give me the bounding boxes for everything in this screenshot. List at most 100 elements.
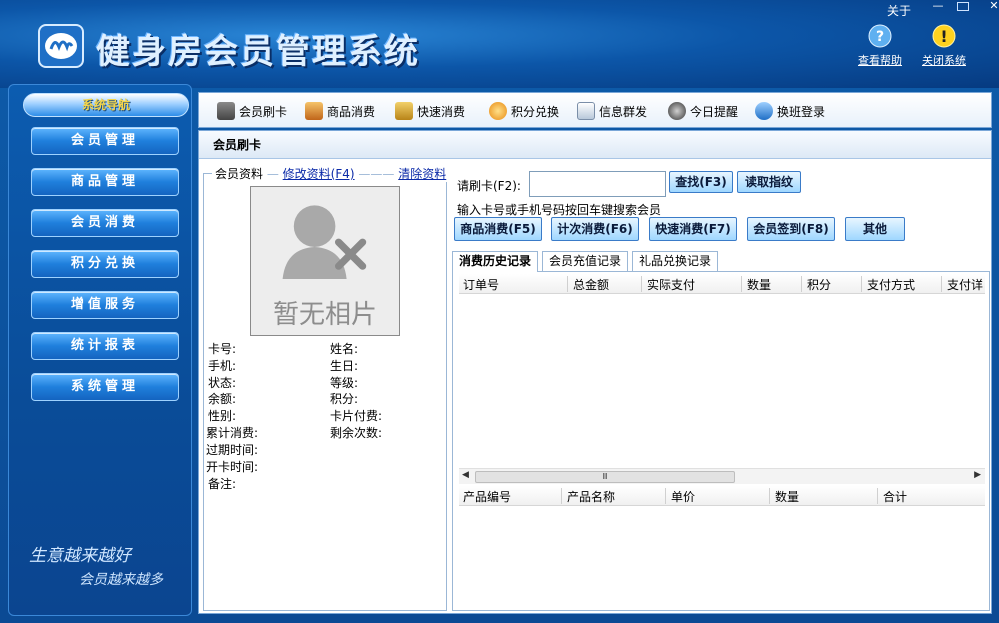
toolbar-shift-login[interactable]: 换班登录	[755, 101, 825, 121]
col-unit-price[interactable]: 单价	[671, 488, 695, 505]
search-button[interactable]: 查找(F3)	[669, 171, 733, 193]
field-phone: 手机:	[208, 359, 237, 373]
toolbar-label: 今日提醒	[690, 104, 739, 119]
main-panel: 会员刷卡 会员资料 — 修改资料(F4) ——— 清除资料 暂无相片 卡号: 手…	[198, 130, 992, 614]
count-consume-button[interactable]: 计次消费(F6)	[551, 217, 639, 241]
app-logo	[38, 24, 84, 68]
shift-icon	[755, 102, 773, 120]
sidebar-item-points-exchange[interactable]: 积分兑换	[31, 250, 179, 278]
read-fingerprint-button[interactable]: 读取指纹	[737, 171, 801, 193]
quick-consume-button[interactable]: 快速消费(F7)	[649, 217, 737, 241]
svg-text:?: ?	[876, 29, 884, 45]
history-scrollbar[interactable]: ◀ Ⅲ ▶	[459, 468, 985, 484]
maximize-icon[interactable]	[957, 2, 969, 11]
col-quantity[interactable]: 数量	[747, 276, 771, 293]
shopper-icon	[305, 102, 323, 120]
toolbar-product-consume[interactable]: 商品消费	[305, 101, 375, 121]
field-points: 积分:	[330, 392, 359, 406]
help-icon: ?	[868, 24, 892, 48]
toolbar-quick-consume[interactable]: 快速消费	[395, 101, 465, 121]
app-title: 健身房会员管理系统	[96, 32, 420, 72]
toolbar: 会员刷卡 商品消费 快速消费 积分兑换 信息群发 今日提醒 换班登录	[198, 92, 992, 128]
swipe-label: 请刷卡(F2):	[457, 179, 521, 193]
about-link[interactable]: 关于	[887, 2, 911, 19]
col-product-id[interactable]: 产品编号	[463, 488, 511, 505]
help-button[interactable]: ? 查看帮助	[858, 24, 902, 68]
toolbar-label: 积分兑换	[511, 104, 560, 119]
exchange-icon	[489, 102, 507, 120]
tab-gift-history[interactable]: 礼品兑换记录	[632, 251, 718, 271]
col-pay-detail[interactable]: 支付详	[947, 276, 983, 293]
card-icon	[217, 102, 235, 120]
envelope-icon	[577, 102, 595, 120]
col-total[interactable]: 总金额	[573, 276, 609, 293]
toolbar-label: 快速消费	[417, 104, 466, 119]
col-product-quantity[interactable]: 数量	[775, 488, 799, 505]
col-subtotal[interactable]: 合计	[883, 488, 907, 505]
toolbar-swipe-card[interactable]: 会员刷卡	[217, 101, 287, 121]
col-pay-method[interactable]: 支付方式	[867, 276, 915, 293]
no-photo-text: 暂无相片	[272, 300, 377, 330]
scroll-thumb[interactable]: Ⅲ	[475, 471, 735, 483]
scroll-left-icon[interactable]: ◀	[462, 470, 469, 480]
svg-text:!: !	[940, 27, 947, 46]
col-product-name[interactable]: 产品名称	[567, 488, 615, 505]
member-info-group: 会员资料 — 修改资料(F4) ——— 清除资料 暂无相片 卡号: 手机: 状态…	[203, 165, 450, 611]
col-order-no[interactable]: 订单号	[463, 276, 499, 293]
sidebar-item-value-added[interactable]: 增值服务	[31, 291, 179, 319]
minimize-icon[interactable]: —	[929, 0, 947, 14]
field-card-fee: 卡片付费:	[330, 409, 383, 423]
slogan-line-1: 生意越来越好	[29, 546, 131, 566]
toolbar-label: 信息群发	[599, 104, 648, 119]
field-card-no: 卡号:	[208, 342, 237, 356]
field-name: 姓名:	[330, 342, 359, 356]
field-remark: 备注:	[208, 477, 237, 491]
other-button[interactable]: 其他	[845, 217, 905, 241]
sidebar-item-reports[interactable]: 统计报表	[31, 332, 179, 360]
toolbar-today-reminder[interactable]: 今日提醒	[668, 101, 738, 121]
field-expire-time: 过期时间:	[206, 443, 259, 457]
exit-label: 关闭系统	[922, 54, 966, 67]
tab-consume-history[interactable]: 消费历史记录	[452, 251, 538, 272]
search-hint: 输入卡号或手机号码按回车键搜索会员	[457, 203, 662, 217]
sidebar-title: 系统导航	[23, 93, 189, 117]
tab-panel: 订单号 总金额 实际支付 数量 积分 支付方式 支付详 ◀ Ⅲ ▶ 产品编号 产…	[452, 271, 990, 611]
page-title: 会员刷卡	[199, 131, 991, 159]
toolbar-mass-message[interactable]: 信息群发	[577, 101, 647, 121]
card-search-input[interactable]	[529, 171, 666, 197]
sidebar-item-member-management[interactable]: 会员管理	[31, 127, 179, 155]
toolbar-label: 换班登录	[777, 104, 826, 119]
scroll-right-icon[interactable]: ▶	[974, 470, 981, 480]
basket-icon	[395, 102, 413, 120]
logo-icon	[45, 33, 77, 59]
member-info-title: 会员资料	[215, 167, 264, 181]
tab-recharge-history[interactable]: 会员充值记录	[542, 251, 628, 271]
col-points[interactable]: 积分	[807, 276, 831, 293]
toolbar-points-exchange[interactable]: 积分兑换	[489, 101, 559, 121]
col-paid[interactable]: 实际支付	[647, 276, 695, 293]
warning-icon: !	[932, 24, 956, 48]
member-signin-button[interactable]: 会员签到(F8)	[747, 217, 835, 241]
clear-member-link[interactable]: 清除资料	[398, 167, 446, 181]
history-table-header: 订单号 总金额 实际支付 数量 积分 支付方式 支付详	[459, 274, 985, 294]
field-open-time: 开卡时间:	[206, 460, 259, 474]
sidebar-item-product-management[interactable]: 商品管理	[31, 168, 179, 196]
toolbar-label: 商品消费	[327, 104, 376, 119]
edit-member-link[interactable]: 修改资料(F4)	[283, 167, 355, 181]
app-header: 健身房会员管理系统 关于 — ✕ ? 查看帮助 ! 关闭系统	[0, 0, 999, 88]
member-photo: 暂无相片	[250, 186, 400, 336]
help-label: 查看帮助	[858, 54, 902, 67]
field-birthday: 生日:	[330, 359, 359, 373]
product-consume-button[interactable]: 商品消费(F5)	[454, 217, 542, 241]
slogan-line-2: 会员越来越多	[79, 572, 163, 588]
clock-icon	[668, 102, 686, 120]
product-table-header: 产品编号 产品名称 单价 数量 合计	[459, 486, 985, 506]
close-icon[interactable]: ✕	[985, 0, 999, 14]
sidebar-item-member-consumption[interactable]: 会员消费	[31, 209, 179, 237]
field-level: 等级:	[330, 376, 359, 390]
field-total-spent: 累计消费:	[206, 426, 259, 440]
exit-button[interactable]: ! 关闭系统	[922, 24, 966, 68]
sidebar-item-system[interactable]: 系统管理	[31, 373, 179, 401]
no-photo-avatar-icon	[282, 205, 367, 279]
field-status: 状态:	[208, 376, 237, 390]
